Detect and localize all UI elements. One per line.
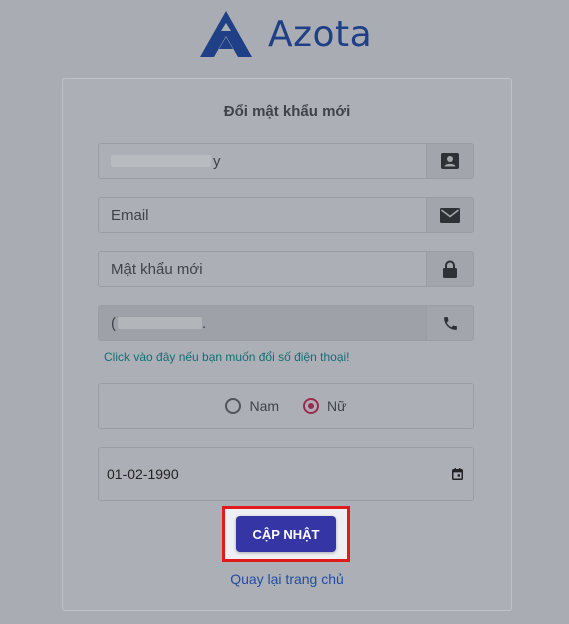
calendar-icon[interactable] xyxy=(452,468,463,480)
change-password-card: Đổi mật khẩu mới y Email (. Click vào đ… xyxy=(62,78,512,611)
email-row xyxy=(98,197,474,233)
submit-highlight-box: CẬP NHẬT xyxy=(222,506,350,562)
radio-selected[interactable] xyxy=(303,398,320,414)
email-addon xyxy=(426,197,474,233)
username-field[interactable]: y xyxy=(98,143,426,179)
birthdate-field[interactable]: 01-02-1990 xyxy=(98,447,474,501)
phone-value-end: . xyxy=(202,314,207,332)
form-title: Đổi mật khẩu mới xyxy=(223,103,351,120)
phone-value: ( xyxy=(111,314,116,332)
phone-icon xyxy=(443,316,457,330)
password-addon xyxy=(426,251,474,287)
phone-row: ( . xyxy=(98,305,474,341)
gender-group: Nam Nữ xyxy=(98,383,474,429)
username-value: y xyxy=(213,152,221,170)
brand-name: Azota xyxy=(268,13,373,55)
blurred-phone xyxy=(118,317,202,329)
phone-field[interactable]: ( . xyxy=(98,305,426,341)
gender-option-nu[interactable]: Nữ xyxy=(303,398,347,414)
radio-unselected[interactable] xyxy=(225,398,242,414)
back-home-link[interactable]: Quay lại trang chủ xyxy=(63,571,511,587)
update-button[interactable]: CẬP NHẬT xyxy=(236,516,336,552)
phone-addon xyxy=(426,305,474,341)
azota-logo: Azota xyxy=(198,8,372,60)
azota-logo-icon xyxy=(200,11,252,57)
gender-option-nam[interactable]: Nam xyxy=(225,398,279,414)
username-row: y xyxy=(98,143,474,179)
password-row xyxy=(98,251,474,287)
lock-icon xyxy=(443,260,457,278)
gender-label-nam: Nam xyxy=(249,398,280,414)
birthdate-value: 01-02-1990 xyxy=(107,466,179,482)
envelope-icon xyxy=(440,207,460,223)
change-phone-link[interactable]: Click vào đây nếu bạn muốn đổi số điện t… xyxy=(104,350,350,364)
email-field[interactable] xyxy=(98,197,426,233)
username-addon xyxy=(426,143,474,179)
contact-card-icon xyxy=(441,153,459,169)
gender-label-nu: Nữ xyxy=(327,398,347,414)
blurred-username xyxy=(111,155,211,167)
new-password-field[interactable] xyxy=(98,251,426,287)
